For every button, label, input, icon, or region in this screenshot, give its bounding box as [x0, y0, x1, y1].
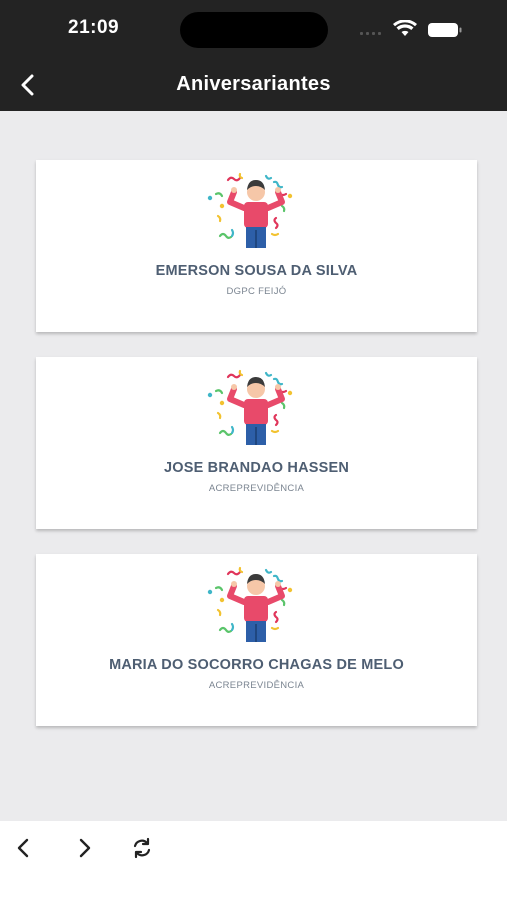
- status-icons: [360, 19, 480, 38]
- party-person-icon: [206, 369, 306, 455]
- wifi-icon: [393, 19, 417, 36]
- person-name: EMERSON SOUSA DA SILVA: [155, 263, 358, 279]
- chevron-right-icon: [79, 838, 91, 858]
- birthday-card[interactable]: MARIA DO SOCORRO CHAGAS DE MELO ACREPREV…: [36, 554, 477, 726]
- status-time: 21:09: [68, 17, 120, 38]
- nav-forward-button[interactable]: [70, 833, 100, 863]
- dynamic-island: [180, 12, 328, 48]
- reload-icon: [133, 837, 151, 859]
- person-name: JOSE BRANDAO HASSEN: [163, 460, 350, 476]
- browser-toolbar: [0, 821, 507, 900]
- party-person-icon: [206, 566, 306, 652]
- person-department: ACREPREVIDÊNCIA: [208, 680, 305, 691]
- birthday-card[interactable]: EMERSON SOUSA DA SILVA DGPC FEIJÓ: [36, 160, 477, 332]
- party-person-icon: [206, 172, 306, 258]
- reload-button[interactable]: [127, 833, 157, 863]
- battery-icon: [428, 23, 462, 37]
- person-department: DGPC FEIJÓ: [226, 286, 287, 297]
- person-name: MARIA DO SOCORRO CHAGAS DE MELO: [109, 657, 404, 673]
- signal-icon: [360, 32, 381, 35]
- nav-back-button[interactable]: [8, 833, 38, 863]
- page-title: Aniversariantes: [176, 73, 331, 95]
- chevron-left-icon: [17, 838, 29, 858]
- app-header: 21:09 Aniversariantes: [0, 0, 507, 111]
- birthday-card[interactable]: JOSE BRANDAO HASSEN ACREPREVIDÊNCIA: [36, 357, 477, 529]
- person-department: ACREPREVIDÊNCIA: [208, 483, 305, 494]
